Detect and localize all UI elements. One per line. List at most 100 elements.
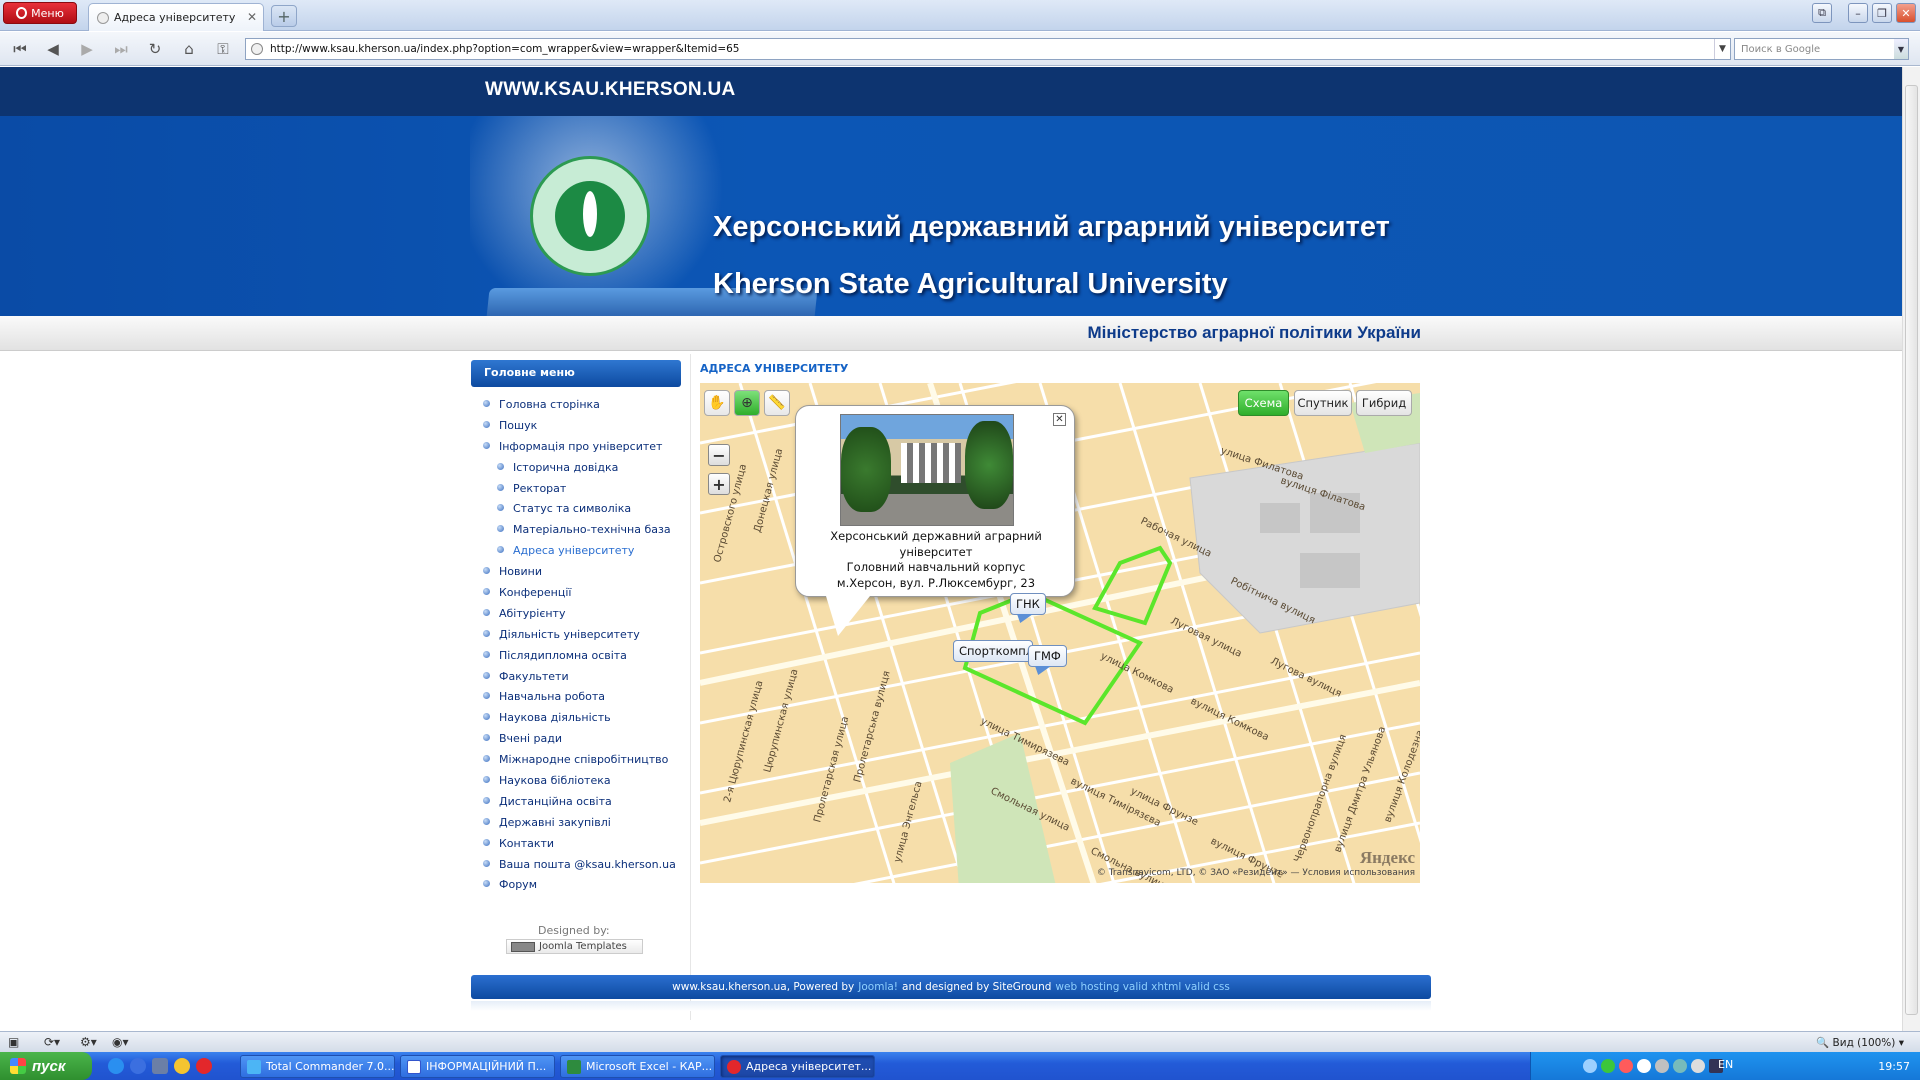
forward-icon[interactable]: ▶ bbox=[77, 39, 97, 59]
language-indicator[interactable]: EN bbox=[1718, 1058, 1733, 1071]
sidebar-item-label: Післядипломна освіта bbox=[499, 648, 627, 662]
tray-network-icon[interactable] bbox=[1637, 1059, 1651, 1073]
map-mode-scheme[interactable]: Схема bbox=[1238, 390, 1289, 416]
site-info-icon[interactable] bbox=[251, 43, 263, 55]
task-total-commander[interactable]: Total Commander 7.0... bbox=[240, 1055, 395, 1078]
page-scrollbar[interactable] bbox=[1902, 67, 1920, 1031]
quicklaunch-media-icon[interactable] bbox=[174, 1058, 190, 1074]
quicklaunch-browser-icon[interactable] bbox=[108, 1058, 124, 1074]
sidebar-item-label: Головна сторінка bbox=[499, 397, 600, 411]
map-marker-gnk[interactable]: ГНК bbox=[1010, 593, 1046, 623]
sidebar-item[interactable]: Факультети bbox=[483, 666, 693, 687]
maximize-button[interactable]: ❐ bbox=[1872, 3, 1892, 23]
sidebar-item[interactable]: Вчені ради bbox=[483, 728, 693, 749]
sidebar-item[interactable]: Історична довідка bbox=[483, 457, 693, 478]
map-marker-sportcomplex[interactable]: Спорткомплекс bbox=[953, 640, 1033, 662]
fast-forward-icon[interactable]: ⏭ bbox=[111, 39, 131, 59]
scrollbar-thumb[interactable] bbox=[1905, 85, 1918, 1015]
balloon-close-icon[interactable]: ✕ bbox=[1053, 413, 1066, 426]
sidebar-item[interactable]: Діяльність університету bbox=[483, 624, 693, 645]
sidebar-item[interactable]: Наукова бібліотека bbox=[483, 770, 693, 791]
bullet-icon bbox=[483, 441, 490, 449]
home-icon[interactable]: ⌂ bbox=[179, 39, 199, 59]
address-bar[interactable]: http://www.ksau.kherson.ua/index.php?opt… bbox=[245, 38, 1731, 60]
sidebar-item[interactable]: Пошук bbox=[483, 415, 693, 436]
task-excel[interactable]: Microsoft Excel - КАР... bbox=[560, 1055, 715, 1078]
bullet-icon bbox=[483, 755, 490, 763]
sidebar-item[interactable]: Міжнародне співробітництво bbox=[483, 749, 693, 770]
tab-list-button[interactable]: ⧉ bbox=[1812, 3, 1832, 23]
map-marker-gmf[interactable]: ГМФ bbox=[1028, 645, 1067, 675]
sidebar-item-label: Інформація про університет bbox=[499, 439, 663, 453]
map-drag-tool[interactable]: ✋ bbox=[704, 390, 730, 416]
sidebar-item[interactable]: Дистанційна освіта bbox=[483, 791, 693, 812]
yandex-logo[interactable]: Яндекс bbox=[1360, 848, 1415, 868]
balloon-line-3: м.Херсон, вул. Р.Люксембург, 23 bbox=[836, 575, 1036, 590]
minimize-button[interactable]: – bbox=[1848, 3, 1868, 23]
map-ruler-tool[interactable]: 📏 bbox=[764, 390, 790, 416]
yandex-map[interactable]: улица Филатова вулиця Філатова Рабочая у… bbox=[700, 383, 1420, 883]
map-mode-satellite[interactable]: Спутник bbox=[1294, 390, 1352, 416]
wand-key-icon[interactable]: ⚿ bbox=[213, 39, 233, 59]
bullet-icon bbox=[483, 650, 490, 658]
speed-dial-icon[interactable]: ◉▾ bbox=[112, 1035, 129, 1049]
joomla-templates-badge[interactable]: Joomla Templates bbox=[506, 939, 643, 954]
task-opera[interactable]: Адреса університет... bbox=[720, 1055, 875, 1078]
clock[interactable]: 19:57 bbox=[1878, 1060, 1910, 1073]
site-url-title[interactable]: WWW.KSAU.KHERSON.UA bbox=[485, 79, 736, 101]
sidebar-item[interactable]: Ваша пошта @ksau.kherson.ua bbox=[483, 854, 693, 875]
close-window-button[interactable]: ✕ bbox=[1896, 3, 1916, 23]
sidebar-item[interactable]: Наукова діяльність bbox=[483, 707, 693, 728]
sidebar-item[interactable]: Конференції bbox=[483, 582, 693, 603]
tray-usb-icon[interactable] bbox=[1673, 1059, 1687, 1073]
turbo-icon[interactable]: ⚙▾ bbox=[80, 1035, 97, 1049]
zoom-control[interactable]: 🔍 Вид (100%) ▾ bbox=[1816, 1036, 1904, 1049]
sidebar-item[interactable]: Форум bbox=[483, 874, 693, 895]
map-mode-hybrid[interactable]: Гибрид bbox=[1356, 390, 1412, 416]
sidebar-item[interactable]: Навчальна робота bbox=[483, 686, 693, 707]
sync-icon[interactable]: ⟳▾ bbox=[44, 1035, 60, 1049]
map-zoom-out-button[interactable]: − bbox=[708, 444, 730, 466]
sidebar-item[interactable]: Ректорат bbox=[483, 478, 693, 499]
tray-volume-icon[interactable] bbox=[1655, 1059, 1669, 1073]
sidebar-item[interactable]: Інформація про університет bbox=[483, 436, 693, 457]
search-field[interactable]: Поиск в Google ▼ bbox=[1734, 38, 1909, 60]
new-tab-button[interactable]: + bbox=[271, 5, 297, 27]
quicklaunch-app-icon[interactable] bbox=[152, 1058, 168, 1074]
panel-toggle-icon[interactable]: ▣ bbox=[8, 1035, 19, 1049]
windows-taskbar: пуск Total Commander 7.0... ІНФОРМАЦІЙНИ… bbox=[0, 1052, 1920, 1080]
sidebar-item[interactable]: Адреса університету bbox=[483, 540, 693, 561]
reload-icon[interactable]: ↻ bbox=[145, 39, 165, 59]
sidebar-item[interactable]: Контакти bbox=[483, 833, 693, 854]
sidebar-item[interactable]: Головна сторінка bbox=[483, 394, 693, 415]
quicklaunch-opera-icon[interactable] bbox=[196, 1058, 212, 1074]
footer-joomla-link[interactable]: Joomla! bbox=[858, 981, 898, 993]
map-copyright[interactable]: © Transnavicom, LTD, © ЗАО «Резидент» — … bbox=[1097, 868, 1415, 878]
search-engine-dropdown-icon[interactable]: ▼ bbox=[1894, 39, 1908, 59]
sidebar-item-label: Історична довідка bbox=[513, 460, 619, 474]
opera-menu-button[interactable]: Меню bbox=[3, 2, 77, 24]
tray-shield-icon[interactable] bbox=[1601, 1059, 1615, 1073]
back-icon[interactable]: ◀ bbox=[43, 39, 63, 59]
tray-antivirus-icon[interactable] bbox=[1619, 1059, 1633, 1073]
word-icon bbox=[407, 1059, 421, 1074]
sidebar-item[interactable]: Абітурієнту bbox=[483, 603, 693, 624]
sidebar-item[interactable]: Післядипломна освіта bbox=[483, 645, 693, 666]
tray-app-icon[interactable] bbox=[1691, 1059, 1705, 1073]
start-button[interactable]: пуск bbox=[0, 1052, 92, 1080]
rewind-icon[interactable]: ⏮ bbox=[10, 39, 30, 59]
sidebar-item[interactable]: Статус та символіка bbox=[483, 498, 693, 519]
task-word-document[interactable]: ІНФОРМАЦІЙНИЙ П... bbox=[400, 1055, 555, 1078]
map-zoom-in-button[interactable]: + bbox=[708, 473, 730, 495]
close-tab-icon[interactable]: ✕ bbox=[247, 10, 257, 24]
bullet-icon bbox=[497, 462, 504, 470]
quicklaunch-ie-icon[interactable] bbox=[130, 1058, 146, 1074]
address-dropdown-icon[interactable]: ▼ bbox=[1714, 39, 1730, 59]
sidebar-item[interactable]: Новини bbox=[483, 561, 693, 582]
sidebar-item[interactable]: Матеріально-технічна база bbox=[483, 519, 693, 540]
map-zoom-tool[interactable]: ⊕ bbox=[734, 390, 760, 416]
sidebar-item[interactable]: Державні закупівлі bbox=[483, 812, 693, 833]
browser-tab-active[interactable]: Адреса університету ✕ bbox=[88, 3, 264, 31]
footer-links[interactable]: web hosting valid xhtml valid css bbox=[1055, 981, 1229, 993]
tray-arrow-icon[interactable] bbox=[1583, 1059, 1597, 1073]
